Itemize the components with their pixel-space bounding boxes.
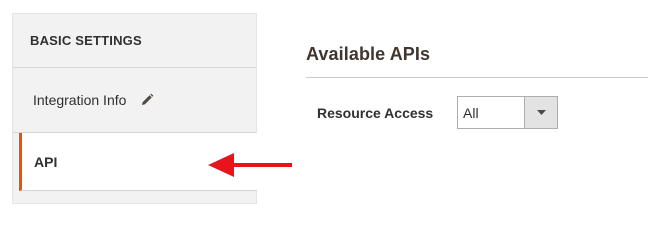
- chevron-down-icon: [536, 109, 546, 115]
- resource-access-value: All: [463, 104, 479, 121]
- section-divider: [306, 77, 648, 78]
- annotation-arrow-icon: [208, 153, 292, 177]
- dropdown-toggle[interactable]: [524, 97, 557, 128]
- pencil-icon: [140, 93, 154, 107]
- sidebar-header: BASIC SETTINGS: [13, 14, 256, 68]
- sidebar-item-label: Integration Info: [33, 92, 127, 108]
- resource-access-select[interactable]: All: [457, 96, 558, 129]
- integration-edit-page: BASIC SETTINGS Integration Info API Avai…: [0, 0, 648, 226]
- resource-access-label: Resource Access: [317, 105, 434, 121]
- sidebar-item-integration-info[interactable]: Integration Info: [13, 68, 256, 133]
- section-title: Available APIs: [306, 44, 431, 64]
- sidebar-item-label: API: [34, 153, 58, 170]
